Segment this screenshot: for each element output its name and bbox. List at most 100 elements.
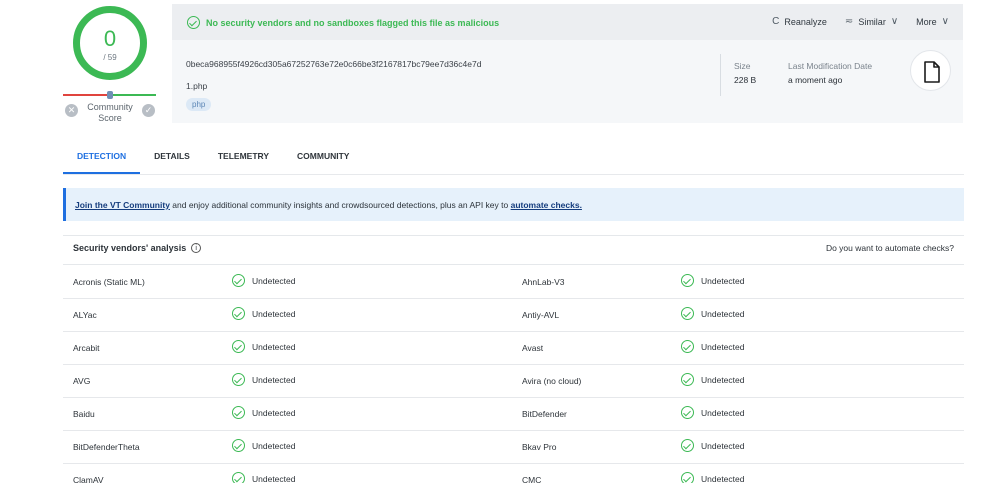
- check-circle-icon: [232, 340, 245, 353]
- file-actions: C Reanalyze ≂ Similar ∨ More ∨: [772, 16, 949, 27]
- table-row: ClamAV Undetected CMC Undetected: [63, 464, 964, 483]
- check-circle-icon: [232, 439, 245, 452]
- check-circle-icon: [232, 373, 245, 386]
- vendor-results: Acronis (Static ML) Undetected AhnLab-V3…: [63, 266, 964, 483]
- vendor-result: Undetected: [681, 307, 744, 320]
- banner-text: and enjoy additional community insights …: [169, 200, 511, 210]
- last-modification-label: Last Modification Date: [788, 61, 873, 71]
- community-score: ✕ Community Score ✓: [62, 102, 158, 128]
- community-banner: Join the VT Community and enjoy addition…: [63, 188, 964, 221]
- tab-details[interactable]: DETAILS: [140, 151, 204, 174]
- reanalyze-label: Reanalyze: [784, 16, 827, 27]
- vendor-name: Avast: [522, 343, 544, 353]
- info-icon[interactable]: i: [191, 243, 202, 253]
- vendors-title: Security vendors' analysis: [73, 243, 187, 253]
- check-circle-icon: [681, 472, 694, 483]
- more-button[interactable]: More ∨: [916, 16, 949, 27]
- score-ring: 0 / 59: [73, 6, 147, 80]
- file-size: Size 228 B: [734, 61, 756, 85]
- vendor-result: Undetected: [681, 373, 744, 386]
- similar-button[interactable]: ≂ Similar ∨: [845, 16, 898, 27]
- similar-icon: ≂: [844, 16, 854, 27]
- vendor-name: AhnLab-V3: [522, 277, 565, 287]
- vendor-result: Undetected: [681, 274, 744, 287]
- detection-count: 0: [103, 26, 117, 51]
- verdict-message: No security vendors and no sandboxes fla…: [187, 16, 499, 29]
- automate-checks-question[interactable]: Do you want to automate checks?: [826, 243, 954, 253]
- vendor-result: Undetected: [232, 373, 295, 386]
- vendor-result: Undetected: [681, 472, 744, 483]
- check-circle-icon: [232, 406, 245, 419]
- vendor-name: Antiy-AVL: [522, 310, 560, 320]
- vendor-name: CMC: [522, 475, 542, 483]
- table-row: Baidu Undetected BitDefender Undetected: [63, 398, 964, 431]
- last-modification-value: a moment ago: [788, 75, 843, 85]
- size-value: 228 B: [734, 75, 757, 85]
- vendor-name: Arcabit: [73, 343, 100, 353]
- verdict-text: No security vendors and no sandboxes fla…: [206, 17, 500, 28]
- reanalyze-button[interactable]: C Reanalyze: [772, 16, 827, 27]
- reanalyze-icon: C: [772, 16, 780, 27]
- check-circle-icon: [681, 406, 694, 419]
- vendor-result: Undetected: [232, 406, 295, 419]
- check-circle-icon: [232, 274, 245, 287]
- vendor-result: Undetected: [681, 340, 744, 353]
- vendor-name: BitDefenderTheta: [73, 442, 140, 452]
- check-circle-icon: [187, 16, 200, 29]
- vendor-result: Undetected: [232, 307, 295, 320]
- vendor-result: Undetected: [681, 406, 744, 419]
- tabs-divider: [63, 174, 964, 175]
- file-summary: No security vendors and no sandboxes fla…: [172, 4, 963, 123]
- check-circle-icon: [681, 307, 694, 320]
- file-type-icon: [910, 50, 951, 91]
- last-modification: Last Modification Date a moment ago: [788, 61, 872, 85]
- engine-total: / 59: [103, 53, 117, 62]
- vendor-result: Undetected: [681, 439, 744, 452]
- table-row: ALYac Undetected Antiy-AVL Undetected: [63, 299, 964, 332]
- check-circle-icon: [681, 373, 694, 386]
- score-label: Score: [98, 113, 122, 123]
- vendor-result: Undetected: [232, 340, 295, 353]
- more-label: More: [916, 16, 937, 27]
- community-label: Community: [87, 102, 133, 112]
- tab-detection[interactable]: DETECTION: [63, 151, 141, 174]
- vote-harmless-icon[interactable]: ✓: [142, 104, 155, 117]
- tab-community[interactable]: COMMUNITY: [283, 151, 363, 174]
- vendor-name: BitDefender: [522, 409, 567, 419]
- check-circle-icon: [232, 307, 245, 320]
- vendor-result: Undetected: [232, 439, 295, 452]
- size-label: Size: [734, 61, 751, 71]
- file-name: 1.php: [186, 81, 208, 91]
- tab-telemetry[interactable]: TELEMETRY: [204, 151, 283, 174]
- automate-checks-link[interactable]: automate checks.: [511, 200, 582, 210]
- check-circle-icon: [232, 472, 245, 483]
- vendor-name: Avira (no cloud): [522, 376, 582, 386]
- community-score-bar: [63, 91, 156, 99]
- vendor-name: ClamAV: [73, 475, 104, 483]
- vendor-result: Undetected: [232, 472, 295, 483]
- table-row: AVG Undetected Avira (no cloud) Undetect…: [63, 365, 964, 398]
- summary-header: No security vendors and no sandboxes fla…: [172, 4, 963, 40]
- file-type-tag[interactable]: php: [186, 98, 212, 111]
- chevron-down-icon: ∨: [890, 16, 899, 27]
- chevron-down-icon: ∨: [941, 16, 949, 27]
- vendor-name: Bkav Pro: [522, 442, 557, 452]
- check-circle-icon: [681, 439, 694, 452]
- vendor-name: ALYac: [73, 310, 97, 320]
- file-hash[interactable]: 0beca968955f4926cd305a67252763e72e0c66be…: [186, 59, 481, 69]
- check-circle-icon: [681, 274, 694, 287]
- vendor-result: Undetected: [232, 274, 295, 287]
- similar-label: Similar: [858, 16, 886, 27]
- table-row: Arcabit Undetected Avast Undetected: [63, 332, 964, 365]
- vendor-name: Acronis (Static ML): [73, 277, 145, 287]
- table-row: BitDefenderTheta Undetected Bkav Pro Und…: [63, 431, 964, 464]
- vote-harmful-icon[interactable]: ✕: [65, 104, 78, 117]
- check-circle-icon: [681, 340, 694, 353]
- vendor-name: Baidu: [73, 409, 95, 419]
- divider: [720, 54, 721, 96]
- report-tabs: DETECTION DETAILS TELEMETRY COMMUNITY: [63, 151, 363, 174]
- community-score-marker: [107, 91, 113, 99]
- vendors-header: Security vendors' analysis i Do you want…: [63, 235, 964, 265]
- table-row: Acronis (Static ML) Undetected AhnLab-V3…: [63, 266, 964, 299]
- join-community-link[interactable]: Join the VT Community: [75, 200, 170, 210]
